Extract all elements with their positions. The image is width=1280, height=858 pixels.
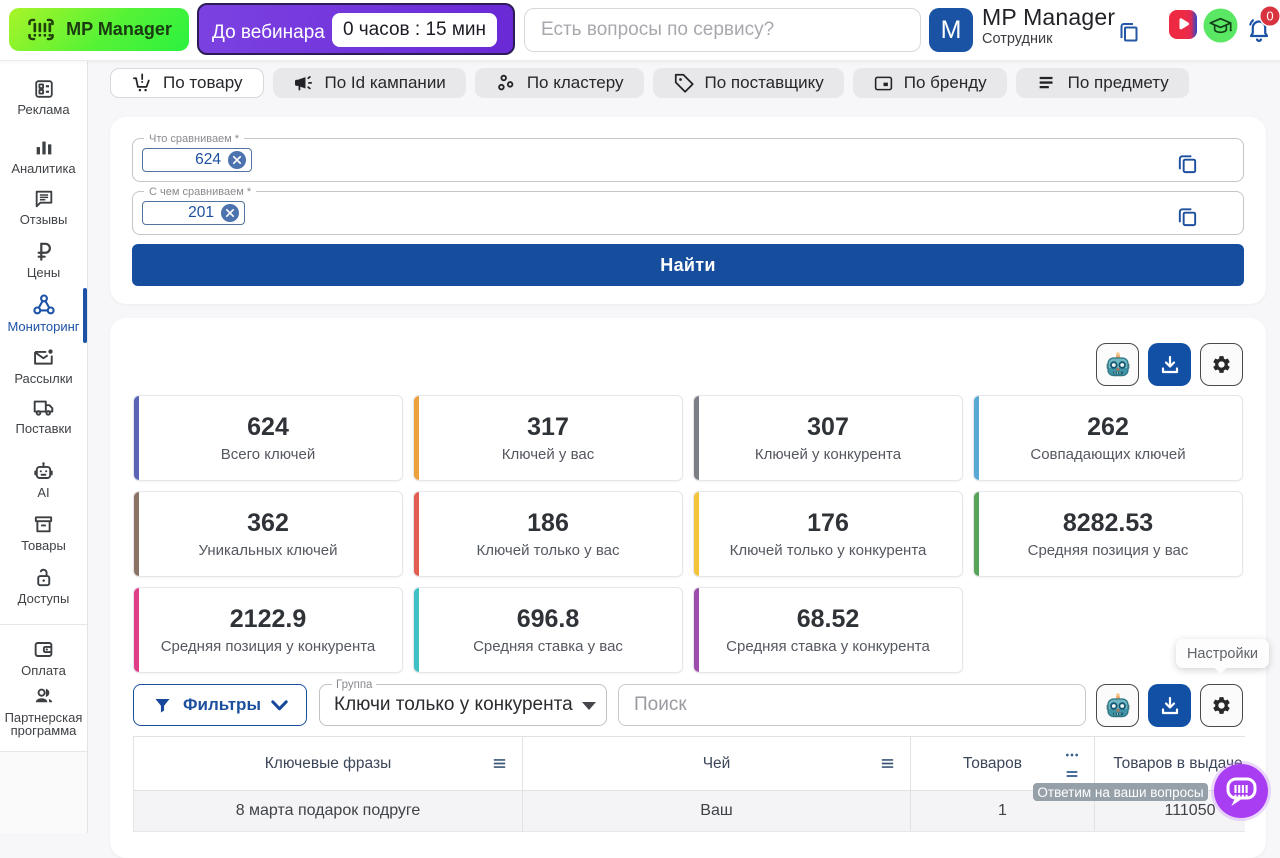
- svg-text:0: 0: [1266, 8, 1273, 23]
